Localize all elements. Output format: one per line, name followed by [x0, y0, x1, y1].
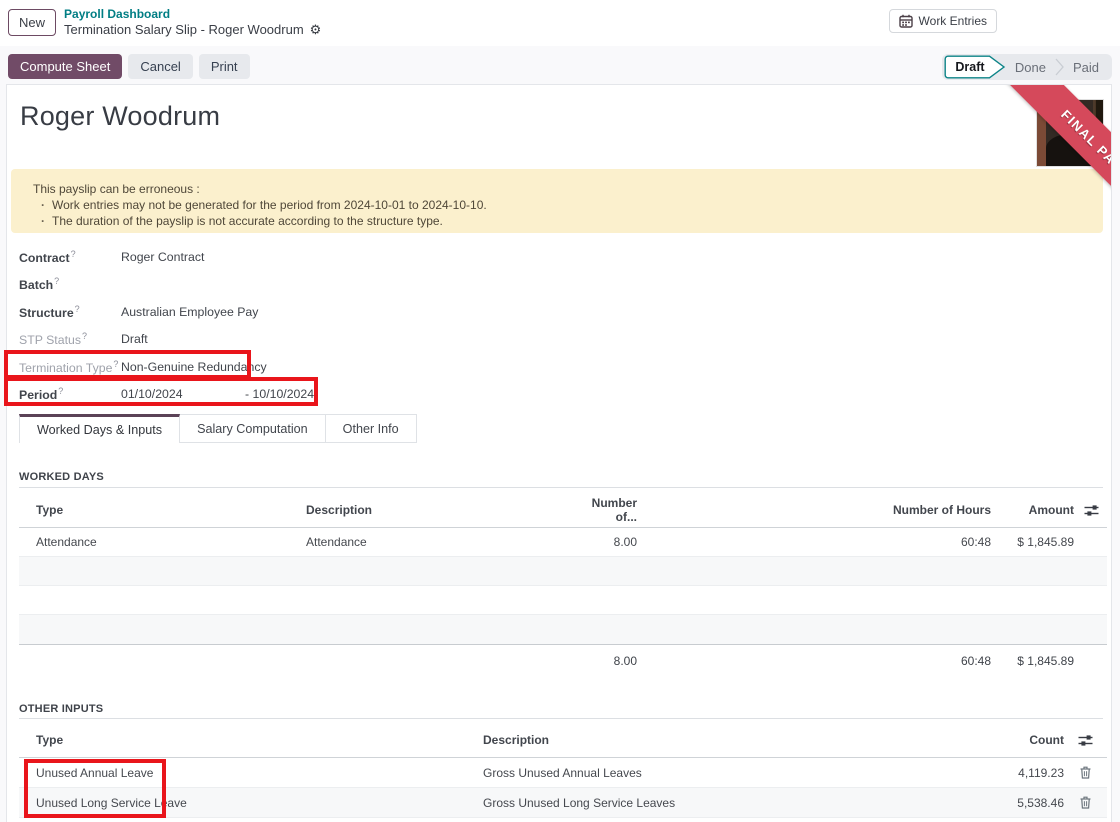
other-inputs-table: Type Description Count Unused Annual Lea… — [19, 723, 1107, 818]
field-value-stp-status: Draft — [121, 332, 148, 346]
status-step-done[interactable]: Done — [1006, 60, 1055, 75]
cell-description[interactable]: Gross Unused Long Service Leaves — [459, 796, 819, 810]
cancel-button[interactable]: Cancel — [128, 54, 192, 79]
field-label-batch: Batch — [19, 278, 53, 292]
optional-columns-icon[interactable] — [1084, 504, 1099, 517]
payslip-sheet: Roger Woodrum FINAL PAY This payslip can… — [6, 84, 1112, 822]
status-pipeline: Draft Done Paid — [942, 54, 1112, 80]
worked-days-table: Type Description Number of... Number of … — [19, 493, 1107, 677]
annotation-box-period — [4, 377, 318, 406]
help-marker: ? — [54, 276, 59, 286]
worked-days-row[interactable]: Attendance Attendance 8.00 60:48 $ 1,845… — [19, 528, 1107, 557]
status-step-draft[interactable]: Draft — [944, 55, 1006, 79]
column-header-number-of-hours[interactable]: Number of Hours — [637, 503, 991, 517]
field-row-structure: Structure? Australian Employee Pay — [19, 298, 719, 326]
payslip-form-page: { "icons": { "gear": "⚙" }, "topbar": { … — [0, 0, 1120, 822]
print-button[interactable]: Print — [199, 54, 250, 79]
field-value-contract[interactable]: Roger Contract — [121, 250, 204, 264]
worked-days-header-row: Type Description Number of... Number of … — [19, 493, 1107, 528]
field-label-structure: Structure — [19, 306, 74, 320]
cell-description[interactable]: Gross Unused Annual Leaves — [459, 766, 819, 780]
breadcrumb-current: Termination Salary Slip - Roger Woodrum — [64, 21, 304, 38]
column-header-count[interactable]: Count — [819, 733, 1064, 747]
tab-salary-computation[interactable]: Salary Computation — [180, 414, 326, 443]
empty-row — [19, 586, 1107, 615]
cell-amount[interactable]: $ 1,845.89 — [991, 535, 1074, 549]
field-row-contract: Contract? Roger Contract — [19, 243, 719, 271]
field-label-stp-status: STP Status — [19, 333, 81, 347]
alert-item: The duration of the payslip is not accur… — [41, 214, 443, 228]
field-value-structure[interactable]: Australian Employee Pay — [121, 305, 258, 319]
cell-count[interactable]: 5,538.46 — [819, 796, 1064, 810]
breadcrumb: Payroll Dashboard Termination Salary Sli… — [64, 7, 321, 38]
delete-row-icon[interactable] — [1080, 796, 1091, 809]
optional-columns-icon[interactable] — [1078, 734, 1093, 747]
calendar-icon — [899, 14, 913, 28]
empty-row — [19, 615, 1107, 644]
action-toolbar: Compute Sheet Cancel Print Draft Done Pa… — [0, 46, 1120, 84]
new-button[interactable]: New — [8, 9, 56, 36]
tab-other-info[interactable]: Other Info — [326, 414, 417, 443]
total-number-of: 8.00 — [589, 654, 637, 668]
other-inputs-header-row: Type Description Count — [19, 723, 1107, 758]
column-header-type[interactable]: Type — [19, 733, 459, 747]
tab-worked-days-inputs[interactable]: Worked Days & Inputs — [19, 414, 180, 443]
column-header-description[interactable]: Description — [459, 733, 819, 747]
total-number-of-hours: 60:48 — [637, 654, 991, 668]
gear-icon[interactable]: ⚙ — [310, 22, 322, 37]
cell-description[interactable]: Attendance — [289, 535, 589, 549]
delete-row-icon[interactable] — [1080, 766, 1091, 779]
alert-item: Work entries may not be generated for th… — [41, 198, 487, 212]
chevron-right-icon — [1055, 57, 1064, 77]
employee-name-title[interactable]: Roger Woodrum — [20, 101, 220, 132]
work-entries-button[interactable]: Work Entries — [889, 9, 997, 33]
other-input-row[interactable]: Unused Long Service Leave Gross Unused L… — [19, 788, 1107, 818]
column-header-description[interactable]: Description — [289, 503, 589, 517]
cell-number-of[interactable]: 8.00 — [589, 535, 637, 549]
column-header-number-of[interactable]: Number of... — [589, 496, 637, 524]
notebook-tabs: Worked Days & Inputs Salary Computation … — [19, 414, 417, 443]
status-step-paid[interactable]: Paid — [1064, 60, 1108, 75]
breadcrumb-parent-link[interactable]: Payroll Dashboard — [64, 7, 321, 21]
help-marker: ? — [75, 304, 80, 314]
help-marker: ? — [71, 249, 76, 259]
field-row-stp-status: STP Status? Draft — [19, 326, 719, 354]
warning-alert: This payslip can be erroneous : Work ent… — [11, 169, 1103, 233]
annotation-box-termination-type — [4, 350, 251, 379]
alert-intro-text: This payslip can be erroneous : — [33, 182, 200, 196]
total-amount: $ 1,845.89 — [991, 654, 1074, 668]
other-input-row[interactable]: Unused Annual Leave Gross Unused Annual … — [19, 758, 1107, 788]
empty-row — [19, 557, 1107, 586]
other-inputs-section-title: OTHER INPUTS — [19, 703, 103, 715]
svg-text:Draft: Draft — [955, 60, 985, 74]
section-divider — [19, 487, 1103, 488]
help-marker: ? — [82, 331, 87, 341]
worked-days-section-title: WORKED DAYS — [19, 471, 104, 483]
compute-sheet-button[interactable]: Compute Sheet — [8, 54, 122, 79]
work-entries-label: Work Entries — [919, 14, 987, 28]
cell-type[interactable]: Attendance — [19, 535, 289, 549]
column-header-type[interactable]: Type — [19, 503, 289, 517]
cell-number-of-hours[interactable]: 60:48 — [637, 535, 991, 549]
cell-count[interactable]: 4,119.23 — [819, 766, 1064, 780]
top-navigation-bar: New Payroll Dashboard Termination Salary… — [0, 0, 1120, 46]
worked-days-totals-row: 8.00 60:48 $ 1,845.89 — [19, 644, 1107, 677]
section-divider — [19, 718, 1103, 719]
field-row-batch: Batch? — [19, 271, 719, 299]
annotation-box-other-input-types — [24, 759, 166, 818]
column-header-amount[interactable]: Amount — [991, 503, 1074, 517]
field-label-contract: Contract — [19, 251, 70, 265]
